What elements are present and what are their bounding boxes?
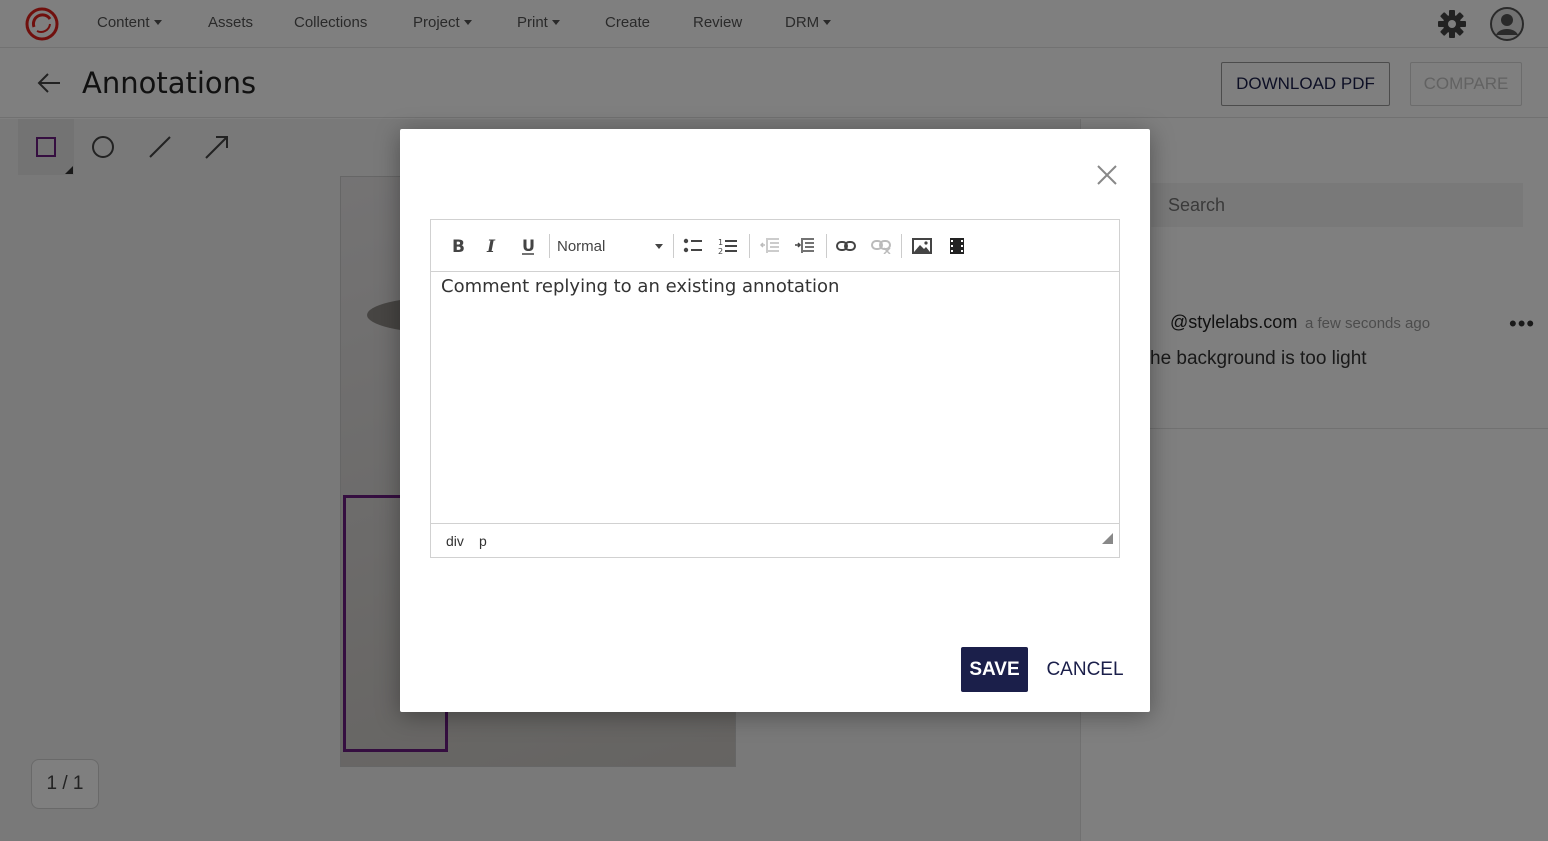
outdent-icon[interactable] [758, 234, 782, 258]
bullet-list-icon[interactable] [681, 234, 705, 258]
path-element-div[interactable]: div [446, 533, 464, 549]
bold-icon[interactable]: B [447, 234, 471, 258]
unlink-icon[interactable] [869, 234, 893, 258]
svg-text:1: 1 [718, 238, 723, 247]
cancel-button[interactable]: CANCEL [1040, 647, 1130, 692]
toolbar-separator [826, 234, 827, 258]
editor-content[interactable]: Comment replying to an existing annotati… [431, 272, 1119, 523]
path-element-p[interactable]: p [479, 533, 487, 549]
toolbar-separator [901, 234, 902, 258]
video-icon[interactable] [945, 234, 969, 258]
toolbar-separator [673, 234, 674, 258]
link-icon[interactable] [834, 234, 858, 258]
numbered-list-icon[interactable]: 12 [716, 234, 740, 258]
underline-icon[interactable]: U [516, 234, 540, 258]
italic-icon[interactable]: I [480, 234, 504, 258]
rich-text-editor: B I U Normal 12 Comment replying to an e… [430, 219, 1120, 558]
svg-text:B: B [452, 237, 465, 255]
close-icon[interactable] [1095, 163, 1119, 187]
toolbar-separator [549, 234, 550, 258]
save-button[interactable]: SAVE [961, 647, 1028, 692]
editor-path-bar: div p [431, 523, 1119, 557]
editor-toolbar: B I U Normal 12 [431, 220, 1119, 272]
svg-text:I: I [486, 237, 496, 255]
image-icon[interactable] [910, 234, 934, 258]
svg-text:2: 2 [718, 247, 723, 255]
resize-handle-icon[interactable] [1102, 533, 1113, 544]
format-dropdown[interactable]: Normal [557, 233, 665, 259]
svg-text:U: U [522, 237, 535, 255]
toolbar-separator [749, 234, 750, 258]
format-value: Normal [557, 237, 606, 255]
reply-dialog: B I U Normal 12 Comment replying to an e… [400, 129, 1150, 712]
indent-icon[interactable] [793, 234, 817, 258]
chevron-down-icon [655, 244, 663, 249]
